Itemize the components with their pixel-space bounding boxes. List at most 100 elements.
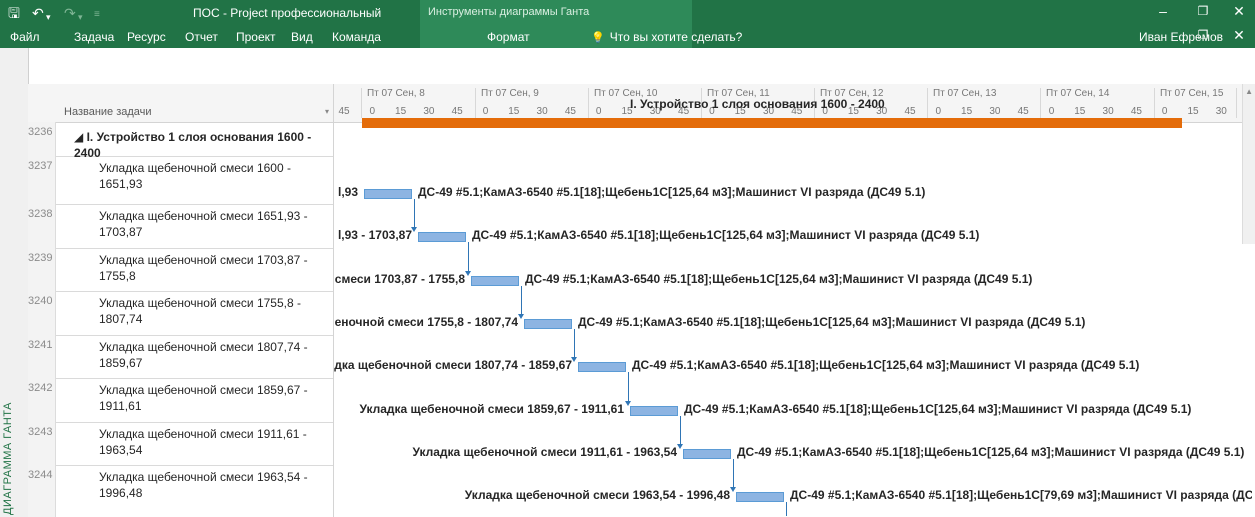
minimize-icon[interactable]: –	[1153, 3, 1173, 19]
task-name[interactable]: Укладка щебеночной смеси 1911,61 - 1963,…	[99, 426, 324, 458]
task-table: Название задачи ▾ 3236 ◢ I. Устройство 1…	[28, 84, 333, 517]
save-icon[interactable]: 🖫	[8, 4, 20, 22]
timescale-minute-label: 45	[338, 106, 350, 117]
task-name[interactable]: Укладка щебеночной смеси 1600 - 1651,93	[99, 160, 324, 192]
dependency-link[interactable]	[574, 329, 575, 358]
bar-resource-label: ДС-49 #5.1;КамАЗ-6540 #5.1[18];Щебень1С[…	[684, 402, 1192, 416]
timescale-minute-label: 0	[1161, 106, 1168, 117]
column-dropdown-icon[interactable]: ▾	[325, 107, 329, 116]
timescale-minute-label: 15	[508, 106, 520, 117]
task-bar[interactable]	[683, 449, 731, 459]
task-bar[interactable]	[364, 189, 412, 199]
task-bar[interactable]	[418, 232, 466, 242]
table-row[interactable]: 3239 Укладка щебеночной смеси 1703,87 - …	[28, 248, 333, 292]
dependency-link[interactable]	[733, 459, 734, 488]
dependency-link[interactable]	[628, 372, 629, 402]
menu-report[interactable]: Отчет	[185, 30, 218, 44]
timescale-minute-label: 0	[369, 106, 376, 117]
redo-icon[interactable]: ↷	[64, 4, 76, 22]
menu-file[interactable]: Файл	[10, 30, 40, 44]
timescale-day-label: Пт 07 Сен, 8	[367, 88, 425, 99]
table-row[interactable]: 3241 Укладка щебеночной смеси 1807,74 - …	[28, 335, 333, 379]
menu-project[interactable]: Проект	[236, 30, 276, 44]
timescale-minute-label: 30	[1102, 106, 1114, 117]
tell-me-placeholder: Что вы хотите сделать?	[609, 30, 743, 44]
row-id: 3242	[28, 378, 56, 422]
timescale-minute-label: 30	[1215, 106, 1227, 117]
quick-access-dropdown-icon[interactable]: ≡	[94, 6, 100, 24]
column-header-task-name[interactable]: Название задачи	[64, 106, 152, 118]
task-name[interactable]: Укладка щебеночной смеси 1807,74 - 1859,…	[99, 339, 324, 371]
timescale-minute-label: 30	[989, 106, 1001, 117]
task-bar[interactable]	[471, 276, 519, 286]
timescale-minute-label: 45	[451, 106, 463, 117]
dependency-link[interactable]	[521, 286, 522, 315]
table-row[interactable]: 3238 Укладка щебеночной смеси 1651,93 - …	[28, 204, 333, 249]
timescale-divider	[927, 88, 928, 118]
bar-resource-label: ДС-49 #5.1;КамАЗ-6540 #5.1[18];Щебень1С[…	[525, 272, 1033, 286]
redo-dropdown-icon[interactable]: ▾	[78, 8, 83, 26]
bar-resource-label: ДС-49 #5.1;КамАЗ-6540 #5.1[18];Щебень1С[…	[737, 445, 1245, 459]
undo-dropdown-icon[interactable]: ▾	[46, 8, 51, 26]
timescale-minute-label: 0	[482, 106, 489, 117]
row-id: 3244	[28, 465, 56, 517]
dependency-link[interactable]	[414, 199, 415, 228]
timescale-minute-label: 0	[595, 106, 602, 117]
dependency-link[interactable]	[680, 416, 681, 445]
task-name[interactable]: Укладка щебеночной смеси 1963,54 - 1996,…	[99, 469, 324, 501]
undo-icon[interactable]: ↶	[32, 4, 44, 22]
menu-team[interactable]: Команда	[332, 30, 381, 44]
timescale-day-label: Пт 07 Сен, 14	[1046, 88, 1110, 99]
timescale-minute-label: 15	[1187, 106, 1199, 117]
gantt-chart[interactable]: Пт 07 Сен, 8 Пт 07 Сен, 9 Пт 07 Сен, 10 Пт …	[333, 84, 1255, 517]
summary-bar[interactable]	[362, 118, 1182, 128]
table-row[interactable]: 3240 Укладка щебеночной смеси 1755,8 - 1…	[28, 291, 333, 336]
timescale-divider	[1236, 88, 1237, 118]
ribbon-titlebar: 🖫 ↶ ▾ ↷ ▾ ≡ ПОС - Project профессиональн…	[0, 0, 1255, 48]
timescale-minute-label: 15	[1074, 106, 1086, 117]
bar-resource-label: ДС-49 #5.1;КамАЗ-6540 #5.1[18];Щебень1С[…	[472, 228, 980, 242]
view-label: ДИАГРАММА ГАНТА	[2, 402, 14, 515]
timescale-minute-label: 0	[935, 106, 942, 117]
row-id: 3236	[28, 122, 56, 156]
task-bar[interactable]	[630, 406, 678, 416]
table-row[interactable]: 3243 Укладка щебеночной смеси 1911,61 - …	[28, 422, 333, 466]
row-id: 3237	[28, 156, 56, 204]
bar-task-label: l,93 - 1703,87	[337, 228, 412, 242]
ribbon-restore-icon[interactable]: ❐	[1193, 28, 1213, 42]
tab-format[interactable]: Формат	[487, 30, 530, 44]
table-row[interactable]: 3236 ◢ I. Устройство 1 слоя основания 16…	[28, 122, 333, 160]
task-bar[interactable]	[524, 319, 572, 329]
vertical-scrollbar[interactable]	[1242, 84, 1255, 244]
ribbon-close-icon[interactable]: ✕	[1229, 27, 1249, 44]
table-row[interactable]: 3237 Укладка щебеночной смеси 1600 - 165…	[28, 156, 333, 205]
row-id: 3239	[28, 248, 56, 291]
restore-icon[interactable]: ❐	[1193, 4, 1213, 18]
menu-task[interactable]: Задача	[74, 30, 114, 44]
table-row[interactable]: 3244 Укладка щебеночной смеси 1963,54 - …	[28, 465, 333, 517]
timescale-day-label: Пт 07 Сен, 13	[933, 88, 997, 99]
timescale-day-label: Пт 07 Сен, 9	[481, 88, 539, 99]
task-name[interactable]: Укладка щебеночной смеси 1859,67 - 1911,…	[99, 382, 324, 414]
menu-view[interactable]: Вид	[291, 30, 313, 44]
scroll-up-icon[interactable]: ▲	[1245, 87, 1253, 96]
table-row[interactable]: 3242 Укладка щебеночной смеси 1859,67 - …	[28, 378, 333, 423]
timescale-divider	[475, 88, 476, 118]
dependency-link[interactable]	[786, 502, 787, 516]
task-name[interactable]: Укладка щебеночной смеси 1703,87 - 1755,…	[99, 252, 324, 284]
task-name[interactable]: Укладка щебеночной смеси 1755,8 - 1807,7…	[99, 295, 324, 327]
tell-me-search[interactable]: 💡 Что вы хотите сделать?	[591, 30, 742, 44]
bar-task-label: смеси 1703,87 - 1755,8	[334, 272, 465, 286]
row-id: 3240	[28, 291, 56, 335]
bar-resource-label: ДС-49 #5.1;КамАЗ-6540 #5.1[18];Щебень1С[…	[418, 185, 926, 199]
menu-resource[interactable]: Ресурс	[127, 30, 166, 44]
timescale-minute-label: 45	[564, 106, 576, 117]
close-icon[interactable]: ✕	[1229, 3, 1249, 20]
timescale-day-label: Пт 07 Сен, 15	[1160, 88, 1224, 99]
task-name[interactable]: Укладка щебеночной смеси 1651,93 - 1703,…	[99, 208, 324, 240]
lightbulb-icon: 💡	[591, 32, 605, 44]
bar-task-label: дка щебеночной смеси 1807,74 - 1859,67	[334, 358, 572, 372]
dependency-link[interactable]	[468, 242, 469, 272]
task-bar[interactable]	[578, 362, 626, 372]
task-bar[interactable]	[736, 492, 784, 502]
